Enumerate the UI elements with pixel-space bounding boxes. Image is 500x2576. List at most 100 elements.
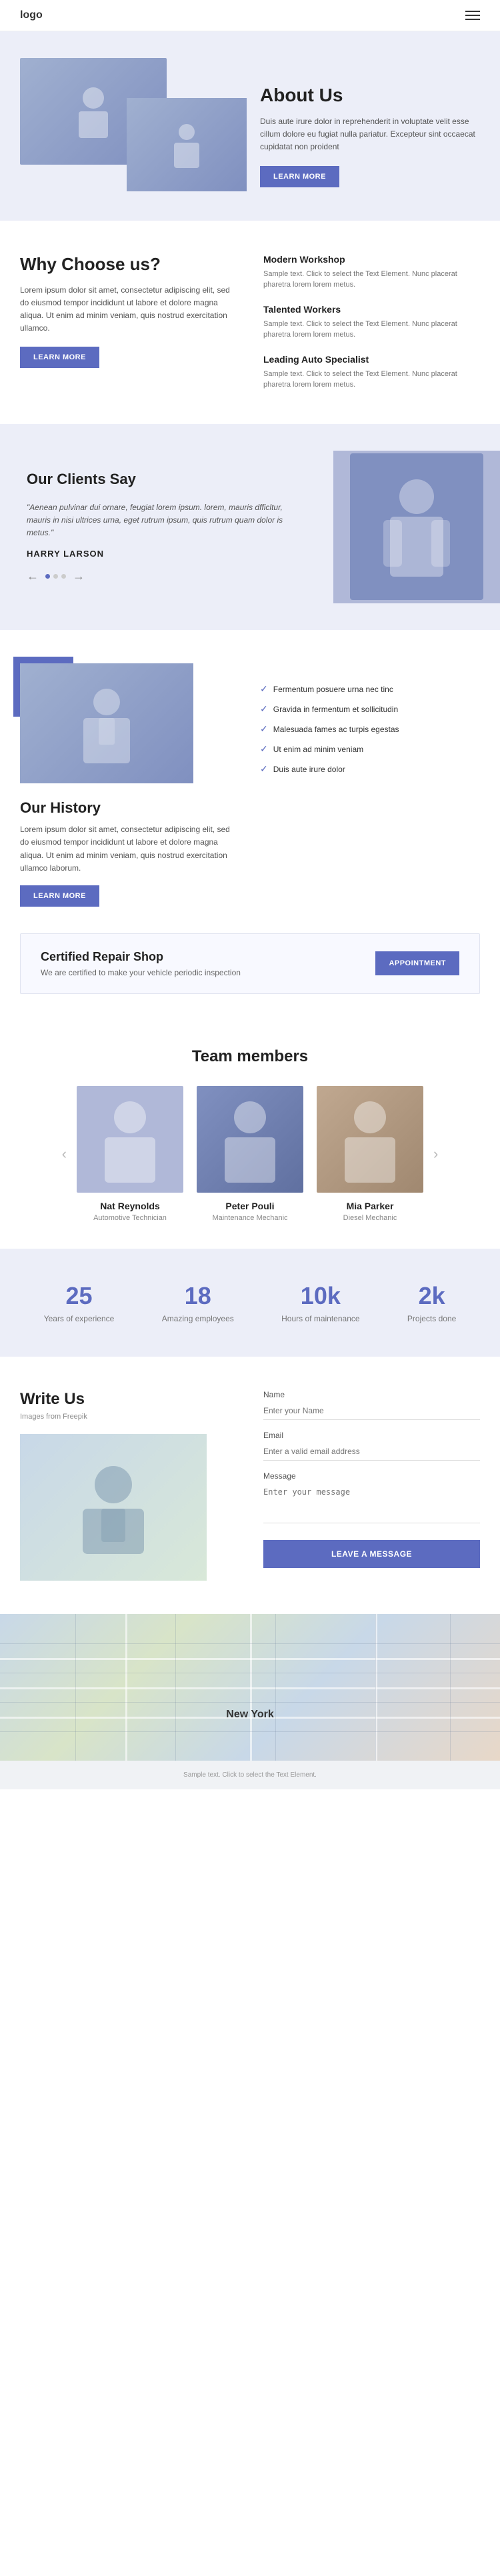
email-input[interactable] [263, 1443, 480, 1461]
why-item-2-text: Sample text. Click to select the Text El… [263, 319, 480, 341]
certified-section: Certified Repair Shop We are certified t… [20, 933, 480, 994]
hamburger-line-2 [465, 15, 480, 16]
certified-text: Certified Repair Shop We are certified t… [41, 950, 241, 977]
team-photo-1 [77, 1086, 183, 1193]
team-section: Team members ‹ Nat Reynolds Automotive T… [0, 1021, 500, 1249]
about-content: About Us Duis aute irure dolor in repreh… [260, 58, 480, 187]
name-input[interactable] [263, 1402, 480, 1420]
about-image-2 [127, 98, 247, 191]
team-next-arrow[interactable]: › [430, 1145, 441, 1163]
send-message-button[interactable]: LEAVE A MESSAGE [263, 1540, 480, 1568]
check-text-4: Ut enim ad minim veniam [273, 743, 363, 755]
team-member-2: Peter Pouli Maintenance Mechanic [197, 1086, 303, 1222]
message-textarea[interactable] [263, 1483, 480, 1523]
why-item-1-text: Sample text. Click to select the Text El… [263, 269, 480, 291]
stat-3-label: Hours of maintenance [281, 1314, 359, 1323]
team-photo-2 [197, 1086, 303, 1193]
clients-quote: "Aenean pulvinar dui ornare, feugiat lor… [27, 501, 307, 540]
why-learn-more-button[interactable]: LEARN MORE [20, 347, 99, 368]
map-grid-6 [175, 1614, 176, 1761]
stat-2-label: Amazing employees [162, 1314, 234, 1323]
certified-description: We are certified to make your vehicle pe… [41, 968, 241, 977]
history-description: Lorem ipsum dolor sit amet, consectetur … [20, 823, 240, 875]
check-item-3: ✓ Malesuada fames ac turpis egestas [260, 723, 480, 735]
stats-section: 25 Years of experience 18 Amazing employ… [0, 1249, 500, 1357]
stat-1: 25 Years of experience [44, 1282, 115, 1323]
why-section: Why Choose us? Lorem ipsum dolor sit ame… [0, 221, 500, 424]
map-section: New York [0, 1614, 500, 1761]
clients-section: Our Clients Say "Aenean pulvinar dui orn… [0, 424, 500, 631]
team-member-1: Nat Reynolds Automotive Technician [77, 1086, 183, 1222]
footer-text: Sample text. Click to select the Text El… [20, 1771, 480, 1779]
stat-1-number: 25 [44, 1282, 115, 1310]
dot-3[interactable] [61, 574, 66, 579]
clients-author: HARRY LARSON [27, 549, 307, 559]
appointment-button[interactable]: APPOINTMENT [375, 951, 459, 975]
team-prev-arrow[interactable]: ‹ [59, 1145, 70, 1163]
team-member-3: Mia Parker Diesel Mechanic [317, 1086, 423, 1222]
certified-title: Certified Repair Shop [41, 950, 241, 964]
dot-1[interactable] [45, 574, 50, 579]
check-icon-4: ✓ [260, 743, 268, 755]
history-section: Our History Lorem ipsum dolor sit amet, … [0, 630, 500, 933]
check-icon-5: ✓ [260, 763, 268, 775]
check-item-2: ✓ Gravida in fermentum et sollicitudin [260, 703, 480, 715]
team-grid: Nat Reynolds Automotive Technician Peter… [77, 1086, 423, 1222]
write-section: Write Us Images from Freepik Name Email … [0, 1357, 500, 1614]
check-item-1: ✓ Fermentum posuere urna nec tinc [260, 683, 480, 695]
footer: Sample text. Click to select the Text El… [0, 1761, 500, 1789]
history-text: Our History Lorem ipsum dolor sit amet, … [20, 799, 240, 907]
carousel-next-arrow[interactable]: → [73, 569, 85, 583]
check-icon-1: ✓ [260, 683, 268, 695]
map-grid-5 [75, 1614, 76, 1761]
team-member-3-name: Mia Parker [317, 1201, 423, 1211]
clients-left: Our Clients Say "Aenean pulvinar dui orn… [0, 451, 333, 604]
write-image [20, 1434, 207, 1581]
logo: logo [20, 9, 43, 21]
map-grid-8 [375, 1614, 376, 1761]
map-grid-9 [450, 1614, 451, 1761]
write-left: Write Us Images from Freepik [20, 1390, 237, 1581]
map-road-4 [125, 1614, 127, 1761]
carousel-nav: ← → [27, 569, 307, 583]
why-item-3-text: Sample text. Click to select the Text El… [263, 369, 480, 391]
why-title: Why Choose us? [20, 254, 237, 275]
dot-2[interactable] [53, 574, 58, 579]
message-label: Message [263, 1471, 480, 1481]
check-text-1: Fermentum posuere urna nec tinc [273, 683, 393, 695]
stat-2: 18 Amazing employees [162, 1282, 234, 1323]
history-title: Our History [20, 799, 240, 817]
history-right: ✓ Fermentum posuere urna nec tinc ✓ Grav… [260, 663, 480, 907]
why-description: Lorem ipsum dolor sit amet, consectetur … [20, 284, 237, 335]
stat-1-label: Years of experience [44, 1314, 115, 1323]
hamburger-menu[interactable] [465, 11, 480, 20]
about-images [20, 58, 247, 165]
carousel-prev-arrow[interactable]: ← [27, 569, 39, 583]
hamburger-line-1 [465, 11, 480, 12]
team-member-2-role: Maintenance Mechanic [197, 1214, 303, 1222]
why-right: Modern Workshop Sample text. Click to se… [263, 254, 480, 391]
team-member-2-name: Peter Pouli [197, 1201, 303, 1211]
stat-4-number: 2k [407, 1282, 456, 1310]
write-right: Name Email Message LEAVE A MESSAGE [263, 1390, 480, 1581]
team-title: Team members [20, 1047, 480, 1066]
map-background: New York [0, 1614, 500, 1761]
why-item-3: Leading Auto Specialist Sample text. Cli… [263, 354, 480, 391]
hamburger-line-3 [465, 19, 480, 20]
check-item-4: ✓ Ut enim ad minim veniam [260, 743, 480, 755]
history-learn-more-button[interactable]: LEARN MORE [20, 885, 99, 907]
write-subtitle: Images from Freepik [20, 1413, 237, 1421]
email-label: Email [263, 1431, 480, 1440]
about-learn-more-button[interactable]: LEARN MORE [260, 166, 339, 187]
stat-3: 10k Hours of maintenance [281, 1282, 359, 1323]
carousel-dots [45, 574, 66, 579]
clients-title: Our Clients Say [27, 471, 307, 488]
stat-4-label: Projects done [407, 1314, 456, 1323]
stat-2-number: 18 [162, 1282, 234, 1310]
history-image-wrapper [20, 663, 240, 783]
about-title: About Us [260, 85, 480, 106]
stat-4: 2k Projects done [407, 1282, 456, 1323]
about-description: Duis aute irure dolor in reprehenderit i… [260, 115, 480, 154]
team-member-3-role: Diesel Mechanic [317, 1214, 423, 1222]
why-left: Why Choose us? Lorem ipsum dolor sit ame… [20, 254, 237, 391]
